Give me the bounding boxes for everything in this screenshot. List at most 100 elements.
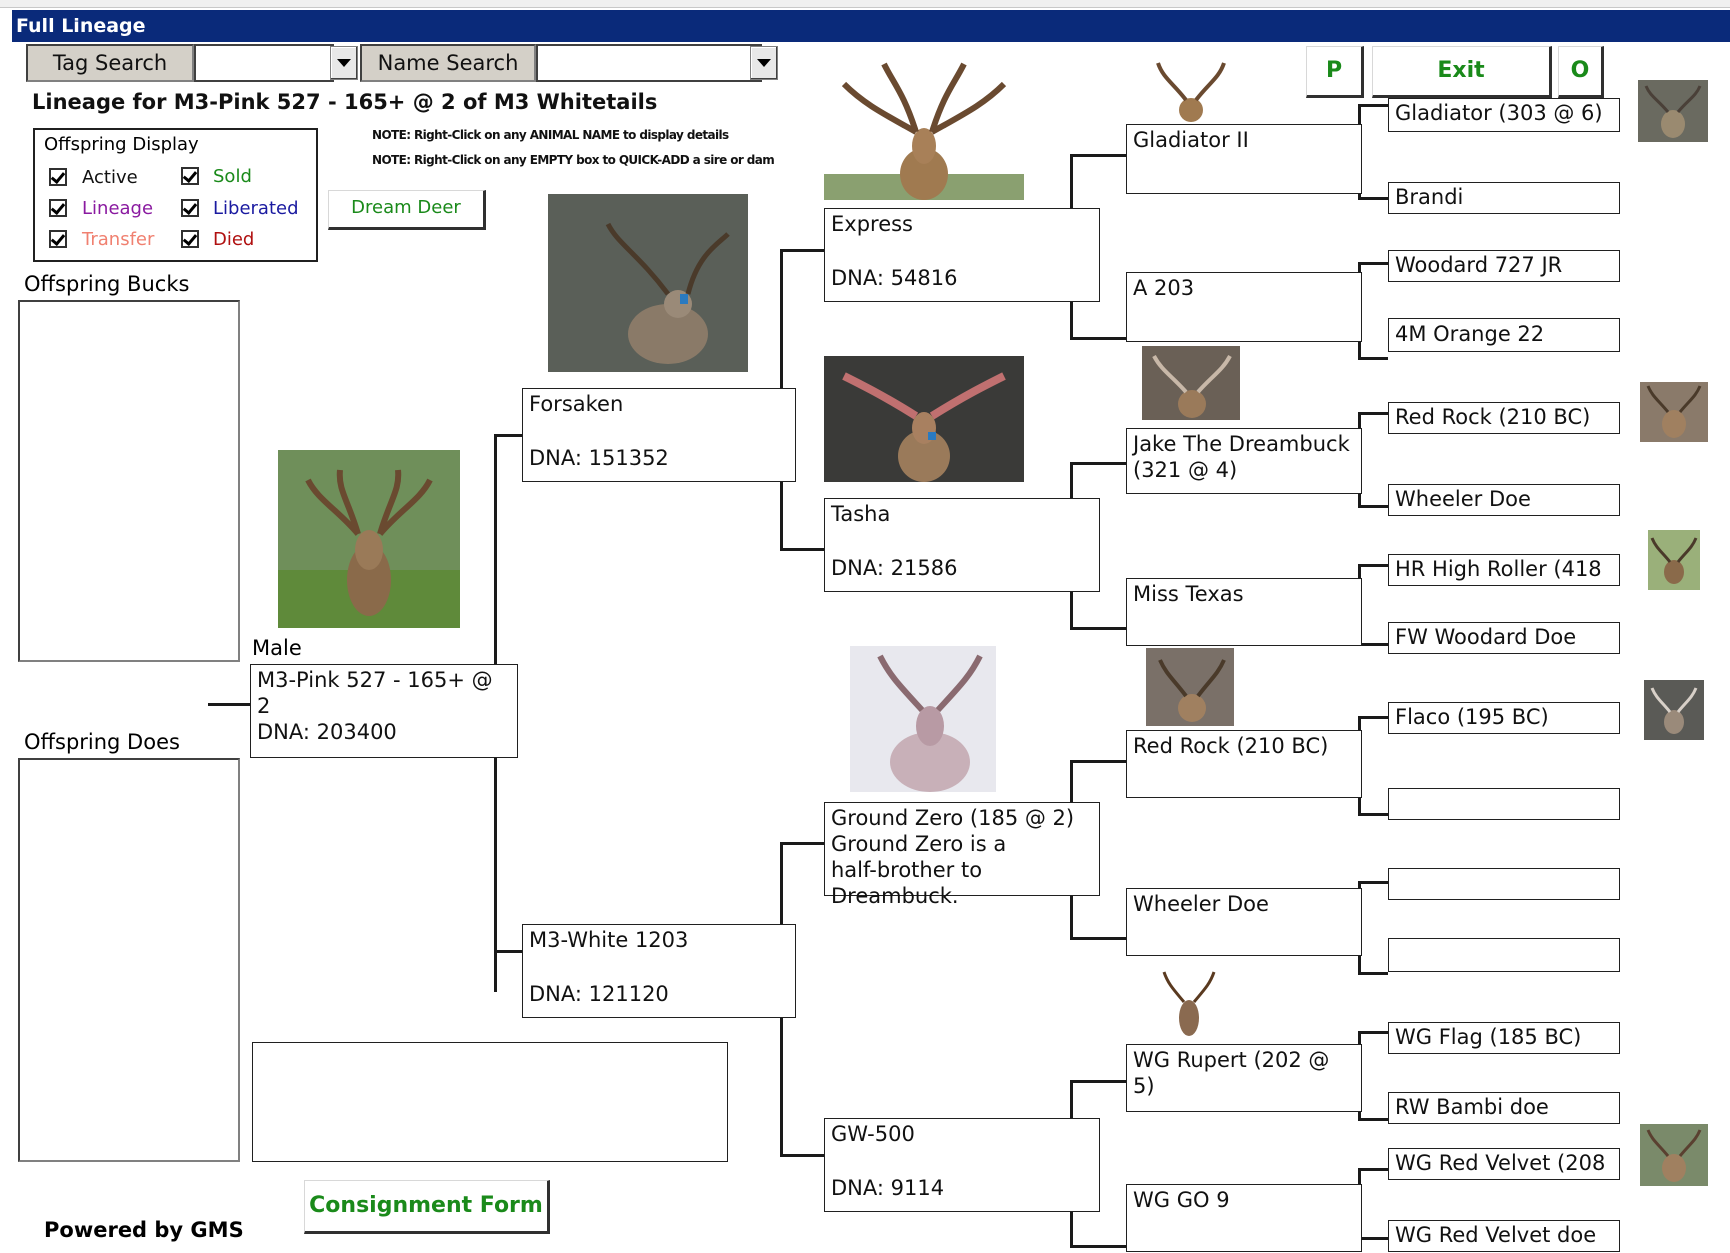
- sire-name[interactable]: Forsaken: [529, 391, 789, 417]
- dam-dam-box[interactable]: GW-500 DNA: 9114: [824, 1118, 1100, 1212]
- dam-box[interactable]: M3-White 1203 DNA: 121120: [522, 924, 796, 1018]
- offspring-does-list[interactable]: [18, 758, 240, 1162]
- tag-search-label: Tag Search: [26, 44, 194, 82]
- gen4-box-7[interactable]: HR High Roller (418: [1388, 554, 1620, 586]
- sire-dam-name[interactable]: Tasha: [831, 501, 1093, 527]
- subject-animal-box[interactable]: M3-Pink 527 - 165+ @ 2 DNA: 203400: [250, 664, 518, 758]
- gen3-box-1[interactable]: Gladiator II: [1126, 124, 1362, 194]
- hr-high-roller-deer-thumb[interactable]: [1648, 530, 1700, 590]
- express-deer-photo[interactable]: [824, 54, 1024, 200]
- sold-label: Sold: [213, 166, 252, 187]
- connector: [1358, 881, 1388, 884]
- gen4-box-14[interactable]: RW Bambi doe: [1388, 1092, 1620, 1124]
- gen3-box-7[interactable]: WG Rupert (202 @ 5): [1126, 1044, 1362, 1112]
- p-button[interactable]: P: [1306, 46, 1364, 98]
- dam-sire-box[interactable]: Ground Zero (185 @ 2) Ground Zero is a h…: [824, 802, 1100, 908]
- liberated-checkbox[interactable]: [181, 199, 199, 217]
- gen4-box-12[interactable]: [1388, 938, 1620, 972]
- gladiator-ii-deer-photo[interactable]: [1148, 48, 1234, 122]
- name-search-dropdown-icon[interactable]: [750, 46, 778, 80]
- connector: [1358, 1118, 1388, 1121]
- lineage-checkbox[interactable]: [49, 199, 67, 217]
- gen4-box-6[interactable]: Wheeler Doe: [1388, 484, 1620, 516]
- sire-dam-box[interactable]: Tasha DNA: 21586: [824, 498, 1100, 592]
- notes-box[interactable]: [252, 1042, 728, 1162]
- transfer-label: Transfer: [82, 229, 155, 250]
- gen3-name-5[interactable]: Red Rock (210 BC): [1133, 733, 1355, 759]
- gen3-box-6[interactable]: Wheeler Doe: [1126, 888, 1362, 956]
- gen3-name-8[interactable]: WG GO 9: [1133, 1187, 1355, 1213]
- powered-by-label: Powered by GMS: [44, 1218, 244, 1242]
- forsaken-deer-photo[interactable]: [548, 194, 748, 372]
- flaco-deer-thumb[interactable]: [1644, 680, 1704, 740]
- gen4-box-1[interactable]: Gladiator (303 @ 6): [1388, 98, 1620, 132]
- subject-name[interactable]: M3-Pink 527 - 165+ @ 2: [257, 667, 511, 719]
- ground-zero-deer-photo[interactable]: [850, 646, 996, 792]
- gen3-name-4[interactable]: Miss Texas: [1133, 581, 1355, 607]
- sire-dna: DNA: 151352: [529, 446, 669, 470]
- gen3-box-5[interactable]: Red Rock (210 BC): [1126, 730, 1362, 798]
- sire-sire-name[interactable]: Express: [831, 211, 1093, 237]
- dream-deer-button[interactable]: Dream Deer: [328, 190, 486, 230]
- gen3-box-2[interactable]: A 203: [1126, 272, 1362, 342]
- connector: [1358, 104, 1388, 107]
- gen3-name-6[interactable]: Wheeler Doe: [1133, 891, 1355, 917]
- active-checkbox[interactable]: [49, 168, 67, 186]
- gen4-box-16[interactable]: WG Red Velvet doe: [1388, 1220, 1620, 1252]
- offspring-bucks-label: Offspring Bucks: [24, 272, 190, 296]
- gen4-box-8[interactable]: FW Woodard Doe: [1388, 622, 1620, 654]
- gladiator-deer-thumb[interactable]: [1638, 80, 1708, 142]
- subject-sex-label: Male: [252, 636, 302, 660]
- gen3-name-3[interactable]: Jake The Dreambuck (321 @ 4): [1133, 431, 1355, 483]
- consignment-form-button[interactable]: Consignment Form: [304, 1180, 550, 1234]
- connector: [1358, 262, 1388, 265]
- subject-deer-photo[interactable]: [278, 450, 460, 628]
- died-checkbox[interactable]: [181, 230, 199, 248]
- gen4-box-10[interactable]: [1388, 788, 1620, 820]
- gen4-box-3[interactable]: Woodard 727 JR: [1388, 250, 1620, 282]
- gen4-box-5[interactable]: Red Rock (210 BC): [1388, 402, 1620, 434]
- o-button[interactable]: O: [1558, 46, 1604, 98]
- liberated-label: Liberated: [213, 198, 299, 219]
- connector: [1358, 716, 1388, 719]
- gen3-box-8[interactable]: WG GO 9: [1126, 1184, 1362, 1252]
- connector: [1070, 760, 1126, 763]
- wg-red-velvet-deer-thumb[interactable]: [1640, 1124, 1708, 1186]
- gen4-box-15[interactable]: WG Red Velvet (208: [1388, 1148, 1620, 1180]
- gen4-box-11[interactable]: [1388, 868, 1620, 900]
- dam-dam-name[interactable]: GW-500: [831, 1121, 1093, 1147]
- connector: [1070, 1080, 1126, 1083]
- gen3-name-1[interactable]: Gladiator II: [1133, 127, 1355, 153]
- gen3-box-3[interactable]: Jake The Dreambuck (321 @ 4): [1126, 428, 1362, 494]
- connector: [1358, 813, 1388, 816]
- transfer-checkbox[interactable]: [49, 230, 67, 248]
- active-label: Active: [82, 167, 138, 188]
- dam-sire-name[interactable]: Ground Zero (185 @ 2): [831, 805, 1093, 831]
- sire-box[interactable]: Forsaken DNA: 151352: [522, 388, 796, 482]
- gen3-name-7[interactable]: WG Rupert (202 @ 5): [1133, 1047, 1355, 1099]
- connector: [1358, 643, 1388, 646]
- red-rock-deer-thumb[interactable]: [1640, 382, 1708, 442]
- offspring-bucks-list[interactable]: [18, 300, 240, 662]
- exit-button[interactable]: Exit: [1372, 46, 1552, 98]
- sire-dam-dna: DNA: 21586: [831, 556, 958, 580]
- sire-sire-box[interactable]: Express DNA: 54816: [824, 208, 1100, 302]
- gen4-box-9[interactable]: Flaco (195 BC): [1388, 702, 1620, 734]
- gen4-box-2[interactable]: Brandi: [1388, 182, 1620, 214]
- tasha-deer-photo[interactable]: [824, 356, 1024, 482]
- red-rock-deer-photo[interactable]: [1146, 648, 1234, 726]
- note-right-click-empty: NOTE: Right-Click on any EMPTY box to QU…: [372, 153, 775, 167]
- connector: [1070, 154, 1126, 157]
- sold-checkbox[interactable]: [181, 167, 199, 185]
- jake-deer-photo[interactable]: [1142, 346, 1240, 420]
- wg-rupert-deer-photo[interactable]: [1160, 962, 1218, 1038]
- connector: [1070, 337, 1126, 340]
- gen3-name-2[interactable]: A 203: [1133, 275, 1355, 301]
- name-search-input[interactable]: [536, 44, 762, 82]
- gen4-box-4[interactable]: 4M Orange 22: [1388, 318, 1620, 352]
- tag-search-dropdown-icon[interactable]: [330, 46, 358, 80]
- gen3-box-4[interactable]: Miss Texas: [1126, 578, 1362, 646]
- dam-name[interactable]: M3-White 1203: [529, 927, 789, 953]
- tag-search-input[interactable]: [194, 44, 334, 82]
- gen4-box-13[interactable]: WG Flag (185 BC): [1388, 1022, 1620, 1054]
